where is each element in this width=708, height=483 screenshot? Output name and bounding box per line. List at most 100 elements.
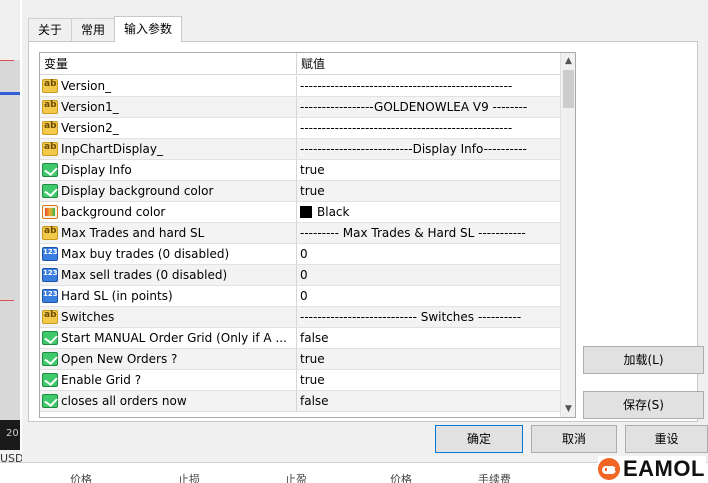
table-row[interactable]: Display background color true (40, 181, 562, 202)
chart-line-blue (0, 92, 20, 95)
chart-line-red (0, 60, 14, 61)
table-row[interactable]: Display Info true (40, 160, 562, 181)
variable-cell[interactable]: Display Info (40, 160, 297, 180)
variable-cell[interactable]: Max buy trades (0 disabled) (40, 244, 297, 264)
integer-type-icon (42, 268, 58, 282)
variable-name: Open New Orders ? (61, 352, 178, 366)
terminal-background-left: 20 USD (0, 0, 24, 483)
scroll-thumb[interactable] (563, 70, 574, 108)
color-swatch (300, 206, 312, 218)
variable-cell[interactable]: Enable Grid ? (40, 370, 297, 390)
parameters-grid: 变量 赋值 Version_ --------------------------… (39, 52, 576, 418)
table-row[interactable]: Switches --------------------------- Swit… (40, 307, 562, 328)
table-row[interactable]: Max Trades and hard SL --------- Max Trad… (40, 223, 562, 244)
bool-type-icon (42, 373, 58, 387)
tab-bar: 关于 常用 输入参数 (28, 16, 183, 42)
variable-value: 0 (300, 268, 308, 282)
table-row[interactable]: Version1_ -----------------GOLDENOWLEA V9… (40, 97, 562, 118)
table-row[interactable]: Hard SL (in points) 0 (40, 286, 562, 307)
variable-cell[interactable]: Max Trades and hard SL (40, 223, 297, 243)
bool-type-icon (42, 163, 58, 177)
value-cell[interactable]: Black (297, 202, 562, 222)
value-cell[interactable]: --------------------------Display Info--… (297, 139, 562, 159)
variable-value: true (300, 352, 325, 366)
value-cell[interactable]: -----------------GOLDENOWLEA V9 -------- (297, 97, 562, 117)
value-cell[interactable]: --------- Max Trades & Hard SL ---------… (297, 223, 562, 243)
bool-type-icon (42, 184, 58, 198)
value-cell[interactable]: 0 (297, 286, 562, 306)
integer-type-icon (42, 289, 58, 303)
table-row[interactable]: background color Black (40, 202, 562, 223)
table-row[interactable]: Version_ --------------------------------… (40, 76, 562, 97)
variable-name: Enable Grid ? (61, 373, 142, 387)
table-row[interactable]: Start MANUAL Order Grid (Only if A ... fa… (40, 328, 562, 349)
variable-cell[interactable]: Start MANUAL Order Grid (Only if A ... (40, 328, 297, 348)
variable-cell[interactable]: Switches (40, 307, 297, 327)
column-price: 价格 (390, 473, 412, 483)
variable-value: 0 (300, 247, 308, 261)
table-row[interactable]: Max sell trades (0 disabled) 0 (40, 265, 562, 286)
scroll-up-arrow-icon[interactable]: ▲ (561, 53, 575, 69)
save-button[interactable]: 保存(S) (583, 391, 704, 419)
variable-cell[interactable]: Open New Orders ? (40, 349, 297, 369)
variable-value: true (300, 163, 325, 177)
grid-scrollbar[interactable]: ▲ ▼ (560, 53, 575, 417)
variable-value: ----------------------------------------… (300, 79, 513, 93)
bool-type-icon (42, 352, 58, 366)
value-cell[interactable]: 0 (297, 244, 562, 264)
reset-button[interactable]: 重设 (625, 425, 708, 453)
variable-value: --------- Max Trades & Hard SL ---------… (300, 226, 526, 240)
variable-name: Display Info (61, 163, 132, 177)
grid-rows: Version_ --------------------------------… (40, 76, 562, 412)
variable-name: Version2_ (61, 121, 119, 135)
table-row[interactable]: Max buy trades (0 disabled) 0 (40, 244, 562, 265)
column-header-value[interactable]: 赋值 (297, 53, 562, 75)
value-cell[interactable]: ----------------------------------------… (297, 118, 562, 138)
cancel-button[interactable]: 取消 (531, 425, 617, 453)
table-row[interactable]: Enable Grid ? true (40, 370, 562, 391)
variable-cell[interactable]: closes all orders now (40, 391, 297, 411)
value-cell[interactable]: true (297, 181, 562, 201)
variable-cell[interactable]: Version1_ (40, 97, 297, 117)
variable-value: true (300, 373, 325, 387)
column-tp: 止盈 (285, 473, 307, 483)
variable-value: --------------------------Display Info--… (300, 142, 527, 156)
table-row[interactable]: closes all orders now false (40, 391, 562, 412)
load-button[interactable]: 加载(L) (583, 346, 704, 374)
ok-button[interactable]: 确定 (435, 425, 523, 453)
value-cell[interactable]: 0 (297, 265, 562, 285)
tab-common[interactable]: 常用 (71, 18, 116, 42)
variable-name: Max Trades and hard SL (61, 226, 205, 240)
table-row[interactable]: Version2_ -------------------------------… (40, 118, 562, 139)
value-cell[interactable]: true (297, 160, 562, 180)
value-cell[interactable]: false (297, 328, 562, 348)
variable-cell[interactable]: InpChartDisplay_ (40, 139, 297, 159)
value-cell[interactable]: true (297, 370, 562, 390)
variable-value: false (300, 331, 329, 345)
value-cell[interactable]: true (297, 349, 562, 369)
variable-cell[interactable]: Display background color (40, 181, 297, 201)
value-cell[interactable]: --------------------------- Switches ---… (297, 307, 562, 327)
variable-value: true (300, 184, 325, 198)
table-row[interactable]: InpChartDisplay_ ------------------------… (40, 139, 562, 160)
variable-value: Black (317, 205, 350, 219)
value-cell[interactable]: ----------------------------------------… (297, 76, 562, 96)
variable-cell[interactable]: Max sell trades (0 disabled) (40, 265, 297, 285)
column-header-variable[interactable]: 变量 (40, 53, 297, 75)
variable-cell[interactable]: Version_ (40, 76, 297, 96)
variable-cell[interactable]: Hard SL (in points) (40, 286, 297, 306)
variable-name: Switches (61, 310, 115, 324)
tab-inputs[interactable]: 输入参数 (114, 16, 183, 42)
variable-cell[interactable]: Version2_ (40, 118, 297, 138)
tab-about[interactable]: 关于 (28, 18, 73, 42)
table-row[interactable]: Open New Orders ? true (40, 349, 562, 370)
variable-value: 0 (300, 289, 308, 303)
value-cell[interactable]: false (297, 391, 562, 411)
chart-line-red (0, 300, 14, 301)
scroll-down-arrow-icon[interactable]: ▼ (561, 401, 575, 417)
bool-type-icon (42, 394, 58, 408)
variable-cell[interactable]: background color (40, 202, 297, 222)
string-type-icon (42, 100, 58, 114)
variable-value: --------------------------- Switches ---… (300, 310, 522, 324)
variable-value: false (300, 394, 329, 408)
